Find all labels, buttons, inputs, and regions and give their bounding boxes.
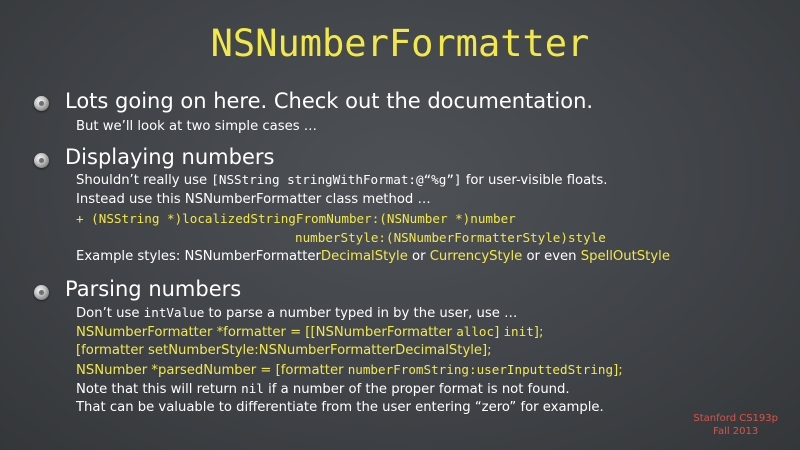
text-span: or <box>407 249 430 264</box>
method-signature-line1: + (NSString *)localizedStringFromNumber:… <box>76 211 516 227</box>
text-span: ]; <box>613 363 623 378</box>
text-span: Don’t use <box>76 306 144 321</box>
section-line: Shouldn’t really use [NSString stringWit… <box>76 172 607 188</box>
code-line-alloc: NSNumberFormatter *formatter = [[NSNumbe… <box>76 324 543 340</box>
text-span: ]; <box>533 325 544 340</box>
section-line: Don’t use intValue to parse a number typ… <box>76 305 517 321</box>
code-span: [NSString stringWithFormat:@“%g”] <box>211 172 462 187</box>
code-span: numberStyle:(NSNumberFormatterStyle)styl… <box>295 230 606 245</box>
note-line: That can be valuable to differentiate fr… <box>76 400 604 415</box>
bullet-icon <box>34 285 49 300</box>
code-span: + (NSString *)localizedStringFromNumber:… <box>76 211 516 226</box>
text-span: NSNumberFormatter *formatter = [[NSNumbe… <box>76 325 457 340</box>
example-styles-line: Example styles: NSNumberFormatterDecimal… <box>76 249 670 264</box>
code-line-setstyle: [formatter setNumberStyle:NSNumberFormat… <box>76 343 492 358</box>
section-heading-documentation: Lots going on here. Check out the docume… <box>65 89 594 113</box>
section-line: But we’ll look at two simple cases … <box>76 119 317 134</box>
text-span: Note that this will return <box>76 382 242 397</box>
bullet-icon <box>34 96 49 111</box>
code-span: numberFromString:userInputtedString <box>347 362 614 377</box>
style-currency: CurrencyStyle <box>429 249 523 264</box>
section-line: Instead use this NSNumberFormatter class… <box>76 192 431 207</box>
method-signature-line2: numberStyle:(NSNumberFormatterStyle)styl… <box>295 230 606 246</box>
text-span: for user-visible floats. <box>461 173 608 188</box>
text-span: NSNumber *parsedNumber = [formatter <box>76 363 348 378</box>
text-span: Shouldn’t really use <box>76 173 212 188</box>
course-footer: Stanford CS193p Fall 2013 <box>693 412 778 438</box>
text-span: Example styles: NSNumberFormatter <box>76 249 321 264</box>
code-span: nil <box>241 381 264 396</box>
section-heading-parsing: Parsing numbers <box>65 277 242 301</box>
code-span: alloc <box>456 324 495 339</box>
footer-course: Stanford CS193p <box>693 413 778 424</box>
footer-term: Fall 2013 <box>713 426 759 437</box>
code-span: intValue <box>143 305 205 320</box>
note-line: Note that this will return nil if a numb… <box>76 381 570 397</box>
code-line-parse: NSNumber *parsedNumber = [formatter numb… <box>76 362 623 378</box>
text-span: if a number of the proper format is not … <box>263 382 570 397</box>
text-span: or even <box>522 249 581 264</box>
style-decimal: DecimalStyle <box>320 249 408 264</box>
style-spellout: SpellOutStyle <box>580 249 670 264</box>
slide-title: NSNumberFormatter <box>210 22 590 65</box>
text-span: to parse a number typed in by the user, … <box>204 306 518 321</box>
section-heading-displaying: Displaying numbers <box>65 145 275 169</box>
bullet-icon <box>34 153 49 168</box>
code-span: init <box>503 324 534 339</box>
